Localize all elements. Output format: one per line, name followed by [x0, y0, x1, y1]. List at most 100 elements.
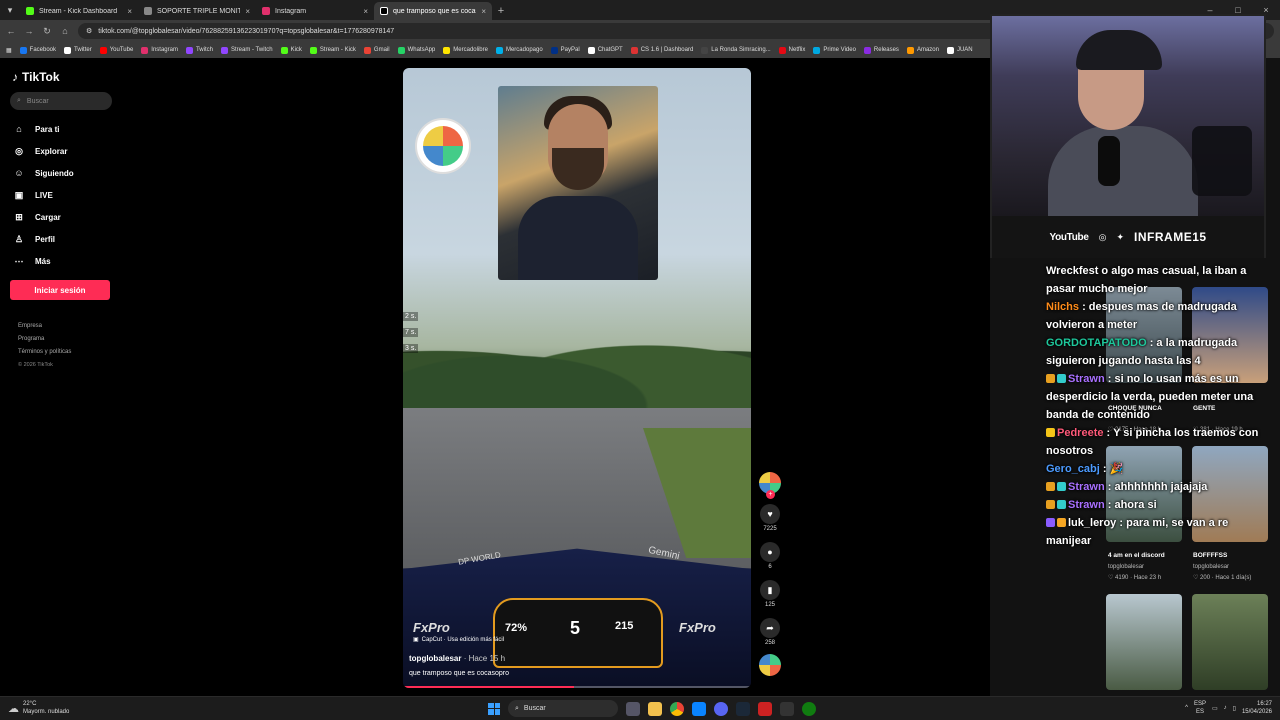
bookmark[interactable]: Stream - Twitch: [220, 46, 273, 54]
xbox-icon[interactable]: [802, 701, 816, 716]
comment-icon[interactable]: ●: [760, 542, 780, 562]
task-view-icon[interactable]: [626, 701, 640, 716]
capcut-tag[interactable]: ▣ CapCut · Usa edición más fácil: [413, 636, 504, 644]
footer-link[interactable]: Programa: [18, 333, 120, 346]
new-tab-icon[interactable]: +: [492, 2, 510, 20]
subscriber-badge-icon: [1046, 374, 1055, 383]
footer-links: Empresa Programa Términos y políticas © …: [10, 320, 120, 372]
follow-plus-icon[interactable]: +: [766, 490, 775, 499]
bookmark[interactable]: Instagram: [141, 46, 178, 54]
tiktok-logo[interactable]: ♪ TikTok: [12, 70, 120, 84]
music-disc-icon[interactable]: [759, 654, 781, 676]
bookmark[interactable]: Releases: [863, 46, 899, 54]
bookmark[interactable]: Twitch: [185, 46, 213, 54]
tab-search-icon[interactable]: ▾: [0, 0, 20, 20]
obs-icon[interactable]: [780, 701, 794, 716]
sidebar-item-explorar[interactable]: ◎ Explorar: [10, 140, 120, 162]
sidebar-item-mas[interactable]: ⋯ Más: [10, 250, 120, 272]
gear-readout: 5: [570, 618, 581, 638]
home-icon[interactable]: ⌂: [60, 26, 70, 36]
suggested-thumbnail[interactable]: [1192, 594, 1268, 690]
bookmark[interactable]: La Ronda Simracing...: [701, 46, 771, 54]
like-heart-icon[interactable]: ♥: [760, 504, 780, 524]
close-tab-icon[interactable]: ×: [363, 7, 368, 16]
bookmark[interactable]: Facebook: [19, 46, 56, 54]
bookmark[interactable]: YouTube: [99, 46, 133, 54]
streamer-body: [1048, 126, 1198, 216]
browser-tab[interactable]: SOPORTE TRIPLE MONITOR 30" ×: [138, 2, 256, 20]
video-progress-bar[interactable]: [403, 686, 751, 688]
mercadolibre-icon: [443, 46, 451, 54]
site-info-icon[interactable]: ⚙: [86, 27, 92, 35]
sidebar-item-perfil[interactable]: ♙ Perfil: [10, 228, 120, 250]
tab-title: Instagram: [275, 7, 307, 15]
file-explorer-icon[interactable]: [648, 701, 662, 716]
login-button[interactable]: Iniciar sesión: [10, 280, 110, 300]
footer-link[interactable]: Empresa: [18, 320, 120, 333]
chrome-icon[interactable]: [670, 701, 684, 716]
chat-username: luk_leroy: [1068, 517, 1117, 529]
forward-icon[interactable]: →: [24, 26, 34, 36]
badge-icon: [1057, 482, 1066, 491]
bookmark[interactable]: WhatsApp: [397, 46, 435, 54]
bookmark[interactable]: PayPal: [550, 46, 580, 54]
game-app-icon[interactable]: [758, 701, 772, 716]
suggested-thumbnail[interactable]: [1106, 594, 1182, 690]
close-tab-icon[interactable]: ×: [127, 7, 132, 16]
share-arrow-icon[interactable]: ➦: [760, 618, 780, 638]
home-icon: ⌂: [16, 124, 22, 134]
video-author[interactable]: topglobalesar · Hace 15 h: [409, 654, 505, 663]
tab-title: Stream - Kick Dashboard: [39, 7, 118, 15]
paypal-icon: [550, 46, 558, 54]
back-icon[interactable]: ←: [6, 26, 16, 36]
cloud-icon: ☁: [8, 702, 19, 715]
bookmark[interactable]: JUAN: [946, 46, 973, 54]
bookmark-label: Stream - Twitch: [230, 47, 273, 53]
search-input[interactable]: ⌕ Buscar: [10, 92, 112, 110]
sidebar-item-siguiendo[interactable]: ☺ Siguiendo: [10, 162, 120, 184]
bookmark[interactable]: Stream - Kick: [309, 46, 356, 54]
language-indicator[interactable]: ESP ES: [1194, 700, 1206, 716]
browser-tab-active[interactable]: que tramposo que es cocasopr ×: [374, 2, 492, 20]
edge-icon[interactable]: [692, 701, 706, 716]
bookmark-icon[interactable]: ▮: [760, 580, 780, 600]
sidebar-item-cargar[interactable]: ⊞ Cargar: [10, 206, 120, 228]
footer-link[interactable]: Términos y políticas: [18, 346, 120, 359]
volume-icon[interactable]: ♪: [1224, 705, 1227, 711]
bookmark[interactable]: Kick: [280, 46, 302, 54]
taskbar-search[interactable]: ⌕ Buscar: [508, 700, 618, 717]
bookmark[interactable]: Mercadolibre: [443, 46, 488, 54]
bookmark[interactable]: Gmail: [363, 46, 390, 54]
bookmark[interactable]: Prime Video: [813, 46, 856, 54]
weather-text: 22°C Mayorm. nublado: [23, 700, 69, 716]
close-tab-icon[interactable]: ×: [481, 7, 486, 16]
windows-start-icon[interactable]: [488, 702, 500, 715]
discord-icon[interactable]: [714, 701, 728, 716]
author-avatar[interactable]: +: [759, 472, 781, 499]
steam-icon[interactable]: [736, 701, 750, 716]
apps-grid-icon[interactable]: ▦: [6, 47, 12, 54]
bookmark[interactable]: Twitter: [64, 46, 92, 54]
close-tab-icon[interactable]: ×: [245, 7, 250, 16]
bookmark[interactable]: CS 1.6 | Dashboard: [630, 46, 694, 54]
browser-tab[interactable]: Stream - Kick Dashboard ×: [20, 2, 138, 20]
tiktok-sidebar: ♪ TikTok ⌕ Buscar ⌂ Para ti ◎ Explorar ☺ Si…: [0, 58, 130, 696]
reload-icon[interactable]: ↻: [42, 26, 52, 37]
sidebar-nav: ⌂ Para ti ◎ Explorar ☺ Siguiendo ▣ LIVE ⊞ Car…: [10, 118, 120, 272]
bookmark[interactable]: Amazon: [906, 46, 939, 54]
bookmark[interactable]: Netflix: [778, 46, 805, 54]
bookmark[interactable]: ChatGPT: [587, 46, 623, 54]
weather-widget[interactable]: ☁ 22°C Mayorm. nublado: [8, 700, 69, 716]
whatsapp-icon: [397, 46, 405, 54]
mercadopago-icon: [495, 46, 503, 54]
video-player[interactable]: 2 s. 7 s. 3 s. DP WORLD Gemini FxPro FxP…: [403, 68, 751, 688]
sidebar-item-para-ti[interactable]: ⌂ Para ti: [10, 118, 120, 140]
network-icon[interactable]: ▭: [1212, 705, 1218, 712]
sidebar-item-live[interactable]: ▣ LIVE: [10, 184, 120, 206]
browser-tab[interactable]: Instagram ×: [256, 2, 374, 20]
tray-chevron-icon[interactable]: ^: [1185, 705, 1188, 711]
clock[interactable]: 16:27 15/04/2026: [1242, 700, 1272, 716]
bookmark[interactable]: Mercadopago: [495, 46, 543, 54]
battery-icon[interactable]: ▯: [1233, 705, 1236, 712]
bookmark-label: CS 1.6 | Dashboard: [640, 47, 694, 53]
